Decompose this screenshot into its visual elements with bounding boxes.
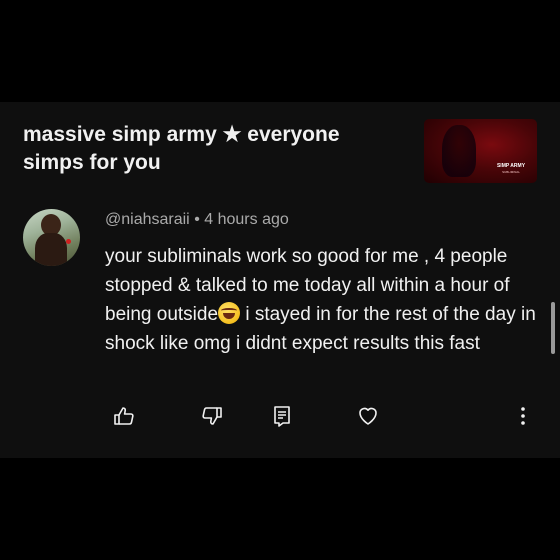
meta-separator: • xyxy=(194,211,200,228)
avatar-body xyxy=(35,233,67,266)
heart-button[interactable] xyxy=(356,404,380,428)
more-vertical-icon xyxy=(521,407,525,425)
comment-author[interactable]: @niahsaraii xyxy=(105,211,190,228)
thumbnail-figure xyxy=(442,125,476,177)
thumbs-down-icon xyxy=(202,407,222,425)
thumbnail-subtitle-text: SUBLIMINAL xyxy=(502,170,520,174)
like-button[interactable] xyxy=(112,404,136,428)
thumbnail-caption: SIMP ARMY SUBLIMINAL xyxy=(490,163,532,175)
reply-button[interactable] xyxy=(270,404,294,428)
comment-actions xyxy=(0,402,560,438)
scrollbar[interactable] xyxy=(551,302,555,354)
comment-panel: massive simp army ★ everyone simps for y… xyxy=(0,102,560,458)
thumbs-up-icon xyxy=(114,407,134,425)
avatar-detail xyxy=(66,239,71,244)
laughing-emoji-icon xyxy=(218,302,241,324)
comment-meta: @niahsaraii • 4 hours ago xyxy=(105,211,289,229)
video-title[interactable]: massive simp army ★ everyone simps for y… xyxy=(23,121,393,177)
comment-time: 4 hours ago xyxy=(204,211,289,228)
dislike-button[interactable] xyxy=(200,404,224,428)
more-options-button[interactable] xyxy=(511,404,535,428)
reply-icon xyxy=(274,406,290,427)
comment-text: your subliminals work so good for me , 4… xyxy=(105,242,545,358)
video-thumbnail[interactable]: SIMP ARMY SUBLIMINAL xyxy=(424,119,537,183)
heart-icon xyxy=(359,407,377,425)
avatar[interactable] xyxy=(23,209,80,266)
